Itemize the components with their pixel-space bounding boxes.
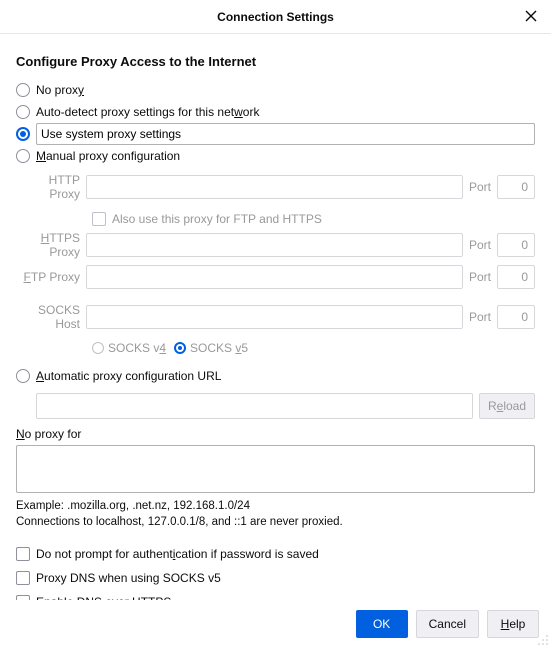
port-label: Port (469, 270, 491, 284)
socks-v4-label: SOCKS v4 (108, 341, 166, 355)
socks-port-input[interactable] (497, 305, 535, 329)
dialog-header: Connection Settings (0, 0, 551, 34)
socks-version-group: SOCKS v4 SOCKS v5 (92, 337, 535, 359)
cancel-button[interactable]: Cancel (416, 610, 479, 638)
radio-icon (16, 105, 30, 119)
help-label: Help (501, 617, 526, 631)
port-label: Port (469, 180, 491, 194)
auto-url-row: Reload (36, 393, 535, 419)
option-system-proxy[interactable] (15, 123, 535, 145)
auto-url-input[interactable] (36, 393, 473, 419)
also-use-label: Also use this proxy for FTP and HTTPS (112, 212, 322, 226)
option-auto-url[interactable]: Automatic proxy configuration URL (16, 365, 535, 387)
check-proxy-dns[interactable]: Proxy DNS when using SOCKS v5 (16, 566, 535, 590)
option-label: Auto-detect proxy settings for this netw… (36, 105, 259, 119)
radio-icon (16, 83, 30, 97)
system-proxy-field[interactable] (36, 123, 535, 145)
dialog-content: Configure Proxy Access to the Internet N… (0, 34, 551, 600)
checkbox-icon (16, 547, 30, 561)
check-label: Proxy DNS when using SOCKS v5 (36, 571, 221, 585)
note-text: Connections to localhost, 127.0.0.1/8, a… (16, 516, 535, 528)
example-text: Example: .mozilla.org, .net.nz, 192.168.… (16, 500, 535, 512)
socks-proxy-row: SOCKS Host Port (16, 303, 535, 331)
checkbox-icon (92, 212, 106, 226)
radio-icon (16, 369, 30, 383)
ok-button[interactable]: OK (356, 610, 408, 638)
reload-button[interactable]: Reload (479, 393, 535, 419)
ftp-proxy-input[interactable] (86, 265, 463, 289)
socks-proxy-label: SOCKS Host (16, 303, 86, 331)
check-enable-doh[interactable]: Enable DNS over HTTPS (16, 590, 535, 600)
option-label: No proxy (36, 83, 84, 97)
manual-proxy-group: HTTP Proxy Port Also use this proxy for … (16, 173, 535, 359)
radio-icon (174, 342, 186, 354)
no-proxy-for-label: No proxy for (16, 427, 535, 441)
ftp-proxy-label: FTP Proxy (16, 270, 86, 284)
close-icon (524, 9, 538, 23)
also-use-checkbox-row[interactable]: Also use this proxy for FTP and HTTPS (92, 207, 535, 231)
socks-v5-label: SOCKS v5 (190, 341, 248, 355)
section-title: Configure Proxy Access to the Internet (16, 54, 535, 69)
https-proxy-row: HTTPS Proxy Port (16, 231, 535, 259)
port-label: Port (469, 310, 491, 324)
ftp-proxy-row: FTP Proxy Port (16, 265, 535, 289)
http-proxy-label: HTTP Proxy (16, 173, 86, 201)
http-port-input[interactable] (497, 175, 535, 199)
ftp-port-input[interactable] (497, 265, 535, 289)
dialog-title: Connection Settings (217, 10, 334, 24)
option-label: Automatic proxy configuration URL (36, 369, 221, 383)
http-proxy-input[interactable] (86, 175, 463, 199)
resize-grip-icon[interactable] (537, 634, 549, 646)
close-button[interactable] (521, 6, 541, 26)
https-proxy-input[interactable] (86, 233, 463, 257)
socks-v4-option[interactable]: SOCKS v4 (92, 341, 166, 355)
no-proxy-textarea[interactable] (16, 445, 535, 493)
dialog-footer: OK Cancel Help (0, 600, 551, 648)
option-label: Manual proxy configuration (36, 149, 180, 163)
option-auto-detect[interactable]: Auto-detect proxy settings for this netw… (16, 101, 535, 123)
port-label: Port (469, 238, 491, 252)
reload-label: Reload (488, 399, 526, 413)
socks-proxy-input[interactable] (86, 305, 463, 329)
help-button[interactable]: Help (487, 610, 539, 638)
radio-icon (16, 149, 30, 163)
cancel-label: Cancel (429, 617, 466, 631)
socks-v5-option[interactable]: SOCKS v5 (174, 341, 248, 355)
checkbox-icon (16, 571, 30, 585)
radio-icon (92, 342, 104, 354)
radio-icon (16, 127, 30, 141)
check-no-prompt[interactable]: Do not prompt for authentication if pass… (16, 542, 535, 566)
ok-label: OK (373, 617, 390, 631)
check-label: Do not prompt for authentication if pass… (36, 547, 319, 561)
https-proxy-label: HTTPS Proxy (16, 231, 86, 259)
option-manual[interactable]: Manual proxy configuration (16, 145, 535, 167)
https-port-input[interactable] (497, 233, 535, 257)
http-proxy-row: HTTP Proxy Port (16, 173, 535, 201)
option-no-proxy[interactable]: No proxy (16, 79, 535, 101)
bottom-checks: Do not prompt for authentication if pass… (16, 542, 535, 600)
